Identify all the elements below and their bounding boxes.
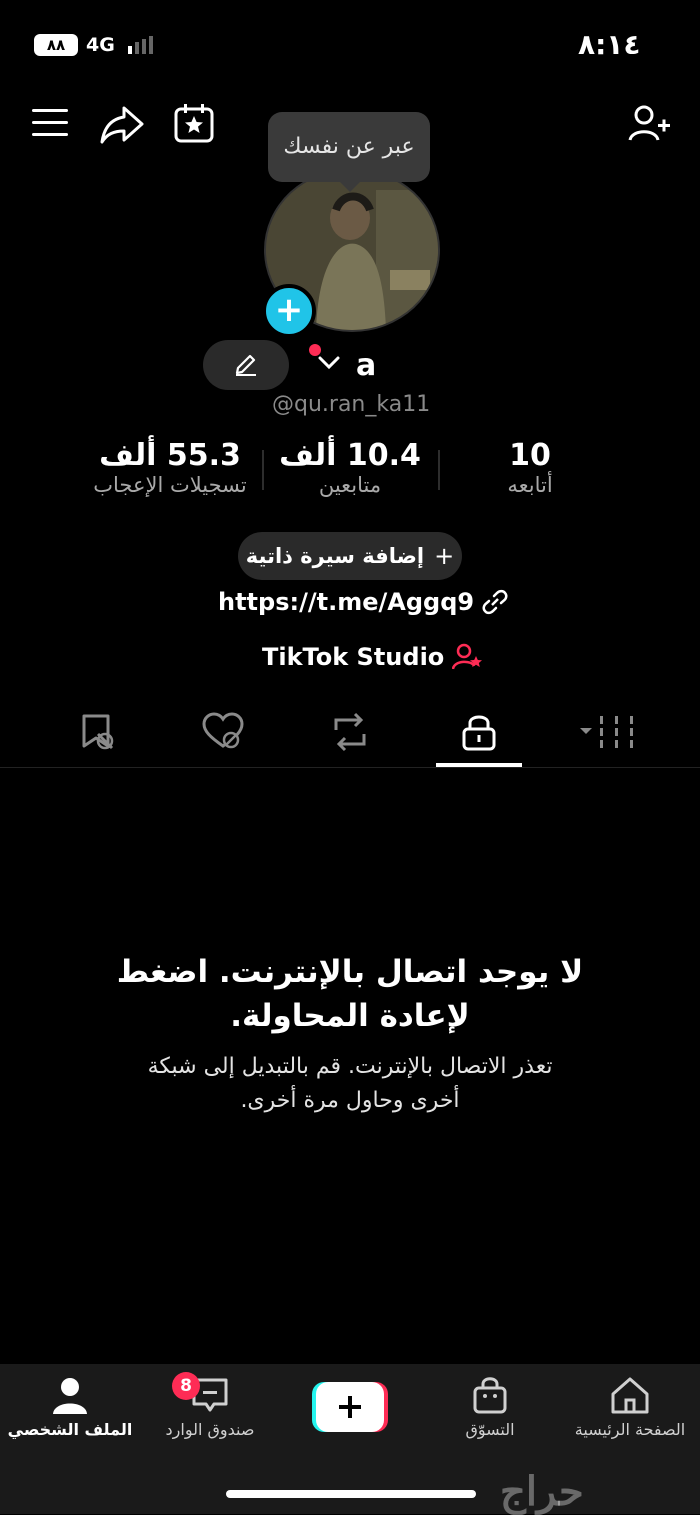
link-icon bbox=[482, 589, 508, 615]
lock-icon bbox=[462, 715, 496, 751]
home-indicator bbox=[226, 1490, 476, 1498]
create-button[interactable] bbox=[312, 1380, 388, 1434]
status-time: ٨:١٤ bbox=[578, 28, 641, 61]
tab-videos[interactable] bbox=[578, 714, 636, 750]
tab-favorites[interactable] bbox=[78, 712, 118, 752]
add-bio-button[interactable]: إضافة سيرة ذاتية + bbox=[238, 532, 462, 580]
nav-profile[interactable]: الملف الشخصي bbox=[0, 1376, 140, 1439]
profile-handle: @qu.ran_ka11 bbox=[272, 392, 431, 417]
person-star-icon bbox=[452, 642, 484, 672]
heart-off-icon bbox=[202, 712, 244, 749]
inbox-badge: 8 bbox=[172, 1372, 200, 1400]
plus-icon: + bbox=[434, 542, 455, 570]
nav-shop-label: التسوّق bbox=[465, 1420, 515, 1439]
stat-followers[interactable]: 10.4 ألف متابعين bbox=[270, 438, 430, 497]
following-label: أتابعه bbox=[507, 473, 553, 497]
stat-following[interactable]: 10 أتابعه bbox=[460, 438, 600, 497]
signal-icon bbox=[128, 36, 158, 54]
nav-profile-label: الملف الشخصي bbox=[7, 1420, 133, 1439]
menu-icon[interactable] bbox=[32, 106, 68, 140]
studio-label: TikTok Studio bbox=[262, 643, 445, 671]
tab-reposts[interactable] bbox=[330, 712, 370, 752]
nav-home-label: الصفحة الرئيسية bbox=[574, 1420, 686, 1439]
add-friend-icon[interactable] bbox=[628, 104, 672, 144]
tiktok-studio-link[interactable]: TikTok Studio bbox=[262, 642, 484, 672]
home-icon bbox=[609, 1376, 651, 1414]
followers-label: متابعين bbox=[318, 473, 382, 497]
stat-divider bbox=[438, 450, 440, 490]
person-icon bbox=[50, 1376, 90, 1414]
profile-link[interactable]: https://t.me/Aggq9 bbox=[218, 588, 508, 616]
bookmark-off-icon bbox=[82, 714, 114, 750]
nav-shop[interactable]: التسوّق bbox=[420, 1376, 560, 1439]
pencil-icon bbox=[233, 353, 259, 377]
no-connection-body: تعذر الاتصال بالإنترنت. قم بالتبديل إلى … bbox=[147, 1054, 553, 1113]
calendar-star-icon[interactable] bbox=[174, 102, 214, 144]
nav-inbox-label: صندوق الوارد bbox=[165, 1420, 255, 1439]
repost-icon bbox=[334, 712, 366, 752]
add-bio-label: إضافة سيرة ذاتية bbox=[245, 544, 425, 568]
network-type: 4G bbox=[86, 34, 115, 56]
nav-home[interactable]: الصفحة الرئيسية bbox=[560, 1376, 700, 1439]
nav-inbox[interactable]: صندوق الوارد bbox=[140, 1376, 280, 1439]
tooltip-tail bbox=[338, 180, 362, 192]
stat-divider bbox=[262, 450, 264, 490]
grid-dropdown-icon bbox=[580, 716, 633, 748]
likes-label: تسجيلات الإعجاب bbox=[93, 473, 247, 497]
battery-indicator: ٨٨ bbox=[34, 34, 78, 56]
tab-liked[interactable] bbox=[202, 712, 244, 752]
add-avatar-button[interactable]: + bbox=[262, 284, 316, 338]
following-count: 10 bbox=[509, 438, 551, 473]
likes-count: 55.3 ألف bbox=[99, 438, 241, 473]
share-icon[interactable] bbox=[100, 104, 144, 144]
notification-dot bbox=[309, 344, 321, 356]
no-connection-title[interactable]: لا يوجد اتصال بالإنترنت. اضغط لإعادة الم… bbox=[110, 950, 590, 1038]
chevron-down-icon[interactable] bbox=[318, 356, 340, 370]
followers-count: 10.4 ألف bbox=[279, 438, 421, 473]
shopping-bag-icon bbox=[470, 1376, 510, 1414]
tab-divider bbox=[0, 767, 700, 768]
tab-private[interactable] bbox=[460, 712, 498, 752]
edit-profile-button[interactable] bbox=[203, 340, 289, 390]
stat-likes[interactable]: 55.3 ألف تسجيلات الإعجاب bbox=[70, 438, 270, 497]
link-text: https://t.me/Aggq9 bbox=[218, 588, 475, 616]
tooltip: عبر عن نفسك bbox=[268, 112, 430, 182]
watermark: حراج bbox=[500, 1468, 584, 1515]
profile-name: a bbox=[356, 348, 377, 383]
